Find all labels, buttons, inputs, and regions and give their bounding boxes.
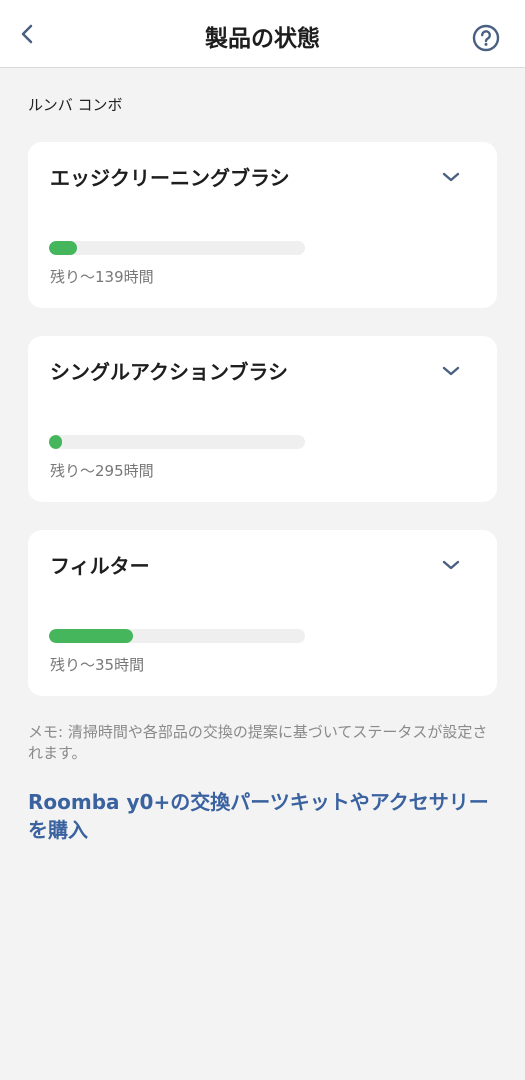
part-life-progress-fill xyxy=(49,629,134,643)
question-circle-icon xyxy=(472,24,500,52)
device-name-label: ルンバ コンボ xyxy=(28,96,123,114)
page-title: 製品の状態 xyxy=(205,26,320,52)
part-life-progress-fill xyxy=(49,241,78,255)
part-title: フィルター xyxy=(50,554,150,578)
part-life-progress-bar xyxy=(49,629,305,643)
part-life-progress-fill xyxy=(49,435,62,449)
expand-chevron-button[interactable] xyxy=(438,554,464,576)
chevron-down-icon xyxy=(442,560,460,570)
remaining-time: 残り〜139時間 xyxy=(50,268,154,286)
top-app-bar: 製品の状態 xyxy=(0,0,525,68)
part-title: エッジクリーニングブラシ xyxy=(50,166,290,190)
help-button[interactable] xyxy=(470,22,502,54)
part-card-edge-brush[interactable]: エッジクリーニングブラシ 残り〜139時間 xyxy=(28,142,497,308)
chevron-down-icon xyxy=(442,172,460,182)
expand-chevron-button[interactable] xyxy=(438,360,464,382)
part-title: シングルアクションブラシ xyxy=(50,360,288,384)
part-life-progress-bar xyxy=(49,435,305,449)
remaining-time: 残り〜295時間 xyxy=(50,462,154,480)
remaining-time: 残り〜35時間 xyxy=(50,656,145,674)
chevron-down-icon xyxy=(442,366,460,376)
expand-chevron-button[interactable] xyxy=(438,166,464,188)
part-life-progress-bar xyxy=(49,241,305,255)
part-card-filter[interactable]: フィルター 残り〜35時間 xyxy=(28,530,497,696)
status-note: メモ: 清掃時間や各部品の交換の提案に基づいてステータスが設定されます。 xyxy=(28,723,488,762)
buy-replacement-parts-link[interactable]: Roomba y0+の交換パーツキットやアクセサリーを購入 xyxy=(28,788,498,844)
part-card-single-action-brush[interactable]: シングルアクションブラシ 残り〜295時間 xyxy=(28,336,497,502)
